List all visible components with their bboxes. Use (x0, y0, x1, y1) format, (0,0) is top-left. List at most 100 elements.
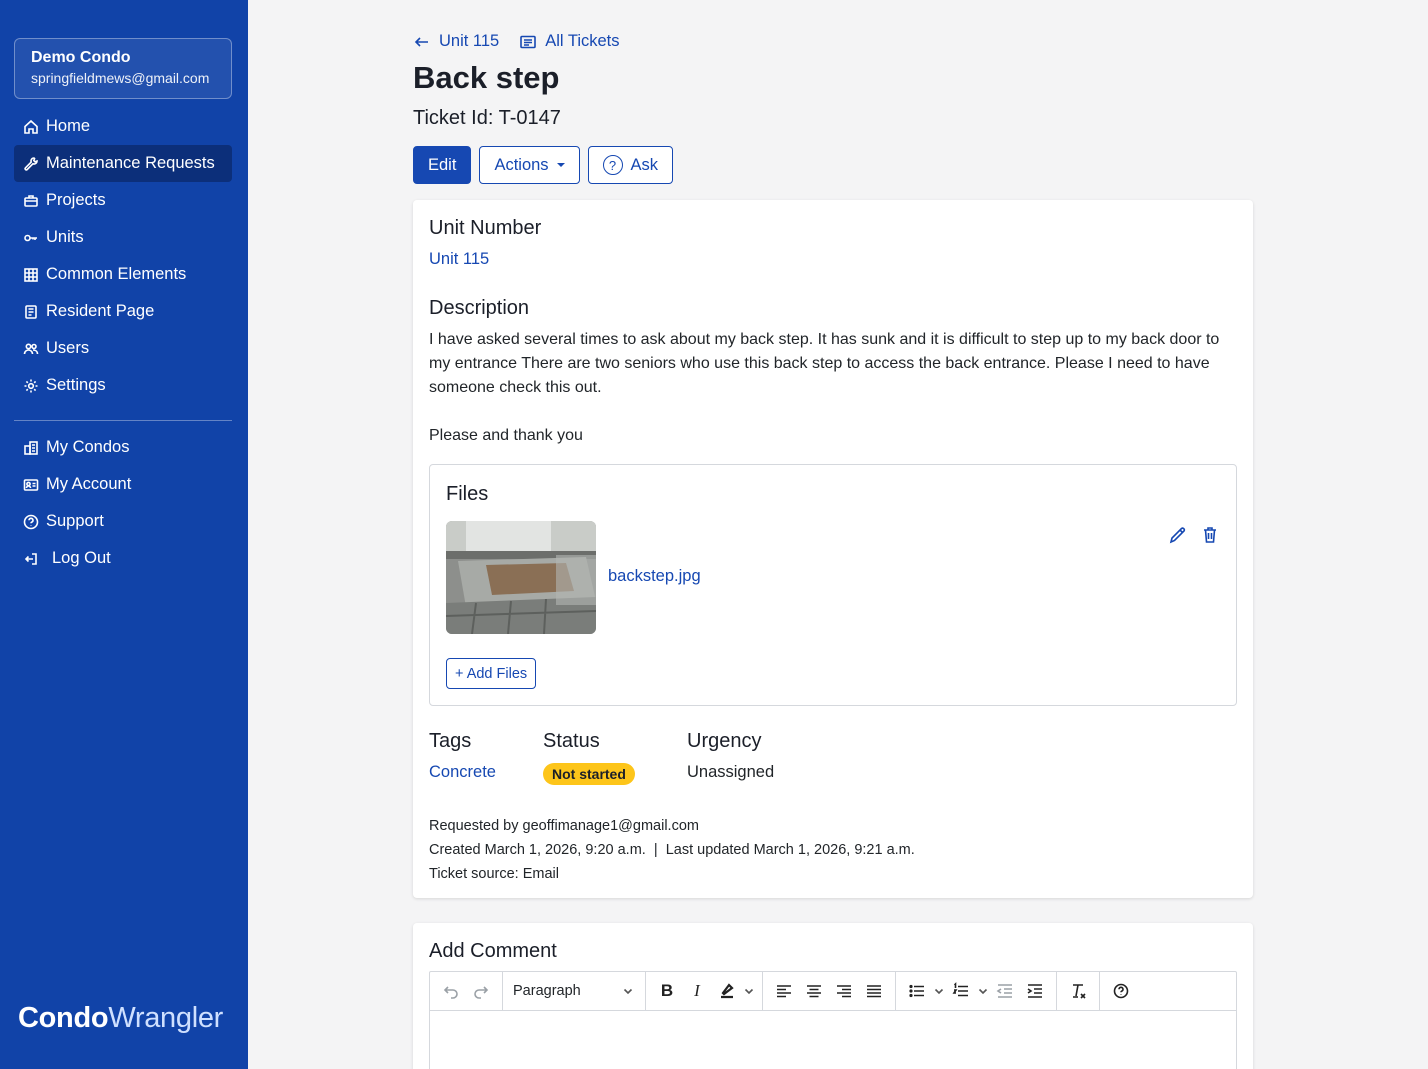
brand-logo[interactable]: CondoWrangler (18, 1002, 223, 1035)
all-tickets-label: All Tickets (545, 32, 620, 50)
clear-formatting-icon[interactable] (1063, 976, 1093, 1006)
actions-label: Actions (494, 155, 549, 174)
brand-logo-part: Condo (18, 1002, 109, 1034)
help-group (1100, 972, 1142, 1011)
file-actions (1168, 525, 1220, 550)
history-group (430, 971, 503, 1011)
question-circle-icon (22, 513, 40, 531)
editor-toolbar: Paragraph B I (430, 971, 1236, 1011)
urgency-label: Urgency (687, 730, 762, 752)
bold-icon[interactable]: B (652, 976, 682, 1006)
chevron-down-icon (621, 986, 635, 996)
sidebar-item-label: Projects (46, 191, 106, 209)
block-format-value: Paragraph (513, 983, 581, 999)
org-email: springfieldmews@gmail.com (31, 70, 210, 86)
ticket-meta: Requested by geoffimanage1@gmail.com Cre… (429, 814, 915, 886)
sidebar-divider (14, 420, 232, 421)
description-label: Description (429, 297, 530, 319)
caret-down-icon (556, 163, 565, 167)
align-right-icon[interactable] (829, 976, 859, 1006)
sidebar-item-maintenance-requests[interactable]: Maintenance Requests (14, 145, 232, 182)
align-left-icon[interactable] (769, 976, 799, 1006)
sidebar-item-resident-page[interactable]: Resident Page (14, 293, 232, 330)
sidebar-item-settings[interactable]: Settings (14, 367, 232, 404)
list-card-icon (520, 35, 537, 48)
action-buttons: Edit Actions ? Ask (413, 146, 674, 184)
ask-button[interactable]: ? Ask (587, 146, 674, 184)
back-to-unit-link[interactable]: Unit 115 (413, 32, 499, 51)
requested-by: Requested by geoffimanage1@gmail.com (429, 818, 699, 834)
sidebar-item-label: My Account (46, 475, 132, 493)
sidebar-item-label: Units (46, 228, 84, 246)
sidebar-item-my-account[interactable]: My Account (14, 466, 232, 503)
block-format-group: Paragraph (503, 971, 646, 1011)
edit-button[interactable]: Edit (413, 146, 472, 184)
sidebar-item-label: Users (46, 339, 90, 357)
add-comment-card: Add Comment Paragraph B I (413, 923, 1253, 1069)
help-icon[interactable] (1106, 976, 1136, 1006)
chevron-down-icon[interactable] (932, 986, 946, 996)
numbered-list-icon[interactable] (946, 976, 976, 1006)
sidebar-item-home[interactable]: Home (14, 108, 232, 145)
sidebar-item-label: Maintenance Requests (46, 154, 215, 172)
indent-icon[interactable] (1020, 976, 1050, 1006)
logout-icon (22, 550, 40, 568)
sidebar-item-label: My Condos (46, 438, 130, 456)
file-thumbnail[interactable] (446, 521, 596, 634)
users-icon (22, 340, 40, 358)
sidebar-item-log-out[interactable]: Log Out (14, 540, 232, 577)
sidebar-item-users[interactable]: Users (14, 330, 232, 367)
block-format-select[interactable]: Paragraph (509, 983, 639, 999)
key-icon (22, 229, 40, 247)
file-name-link[interactable]: backstep.jpg (608, 567, 701, 586)
align-justify-icon[interactable] (859, 976, 889, 1006)
redo-icon[interactable] (466, 976, 496, 1006)
status-label: Status (543, 730, 600, 752)
sidebar-item-units[interactable]: Units (14, 219, 232, 256)
trash-icon[interactable] (1200, 525, 1220, 550)
question-circle-icon: ? (602, 155, 623, 175)
chevron-down-icon[interactable] (742, 986, 756, 996)
actions-dropdown-button[interactable]: Actions (479, 146, 580, 184)
sidebar-item-common-elements[interactable]: Common Elements (14, 256, 232, 293)
add-comment-label: Add Comment (429, 940, 557, 962)
sidebar-item-my-condos[interactable]: My Condos (14, 429, 232, 466)
sidebar-item-label: Home (46, 117, 91, 135)
org-switcher[interactable]: Demo Condo springfieldmews@gmail.com (14, 38, 232, 99)
clear-format-group (1057, 971, 1100, 1011)
files-section: Files backstep.jpg + Add Files (429, 464, 1237, 706)
align-center-icon[interactable] (799, 976, 829, 1006)
home-icon (22, 118, 40, 136)
brand-logo-part: Wrangler (108, 1002, 224, 1034)
ask-label: Ask (630, 155, 659, 174)
chevron-down-icon[interactable] (976, 986, 990, 996)
description-text-2: Please and thank you (429, 427, 583, 444)
all-tickets-link[interactable]: All Tickets (519, 32, 620, 51)
unit-number-link[interactable]: Unit 115 (429, 250, 489, 269)
list-group (896, 971, 1057, 1011)
back-step-photo (446, 521, 596, 634)
sidebar-item-support[interactable]: Support (14, 503, 232, 540)
org-name: Demo Condo (31, 49, 131, 66)
add-files-button[interactable]: + Add Files (446, 658, 537, 689)
highlight-icon[interactable] (712, 976, 742, 1006)
breadcrumb: Unit 115 All Tickets (413, 32, 620, 51)
wrench-icon (22, 155, 40, 173)
undo-icon[interactable] (436, 976, 466, 1006)
pencil-icon[interactable] (1168, 525, 1188, 550)
sidebar-item-label: Common Elements (46, 265, 187, 283)
sidebar-item-label: Resident Page (46, 302, 155, 320)
tag-link[interactable]: Concrete (429, 763, 496, 781)
bullet-list-icon[interactable] (902, 976, 932, 1006)
ticket-id: Ticket Id: T-0147 (413, 107, 561, 129)
comment-editor: Paragraph B I (429, 971, 1237, 1069)
urgency-value: Unassigned (687, 763, 775, 781)
id-card-icon (22, 476, 40, 494)
tags-column: Tags Concrete (429, 730, 496, 782)
status-badge: Not started (543, 763, 635, 785)
sidebar-item-projects[interactable]: Projects (14, 182, 232, 219)
arrow-left-icon (414, 36, 428, 47)
outdent-icon[interactable] (990, 976, 1020, 1006)
italic-icon[interactable]: I (682, 976, 712, 1006)
sidebar: Demo Condo springfieldmews@gmail.com Hom… (0, 0, 248, 1069)
